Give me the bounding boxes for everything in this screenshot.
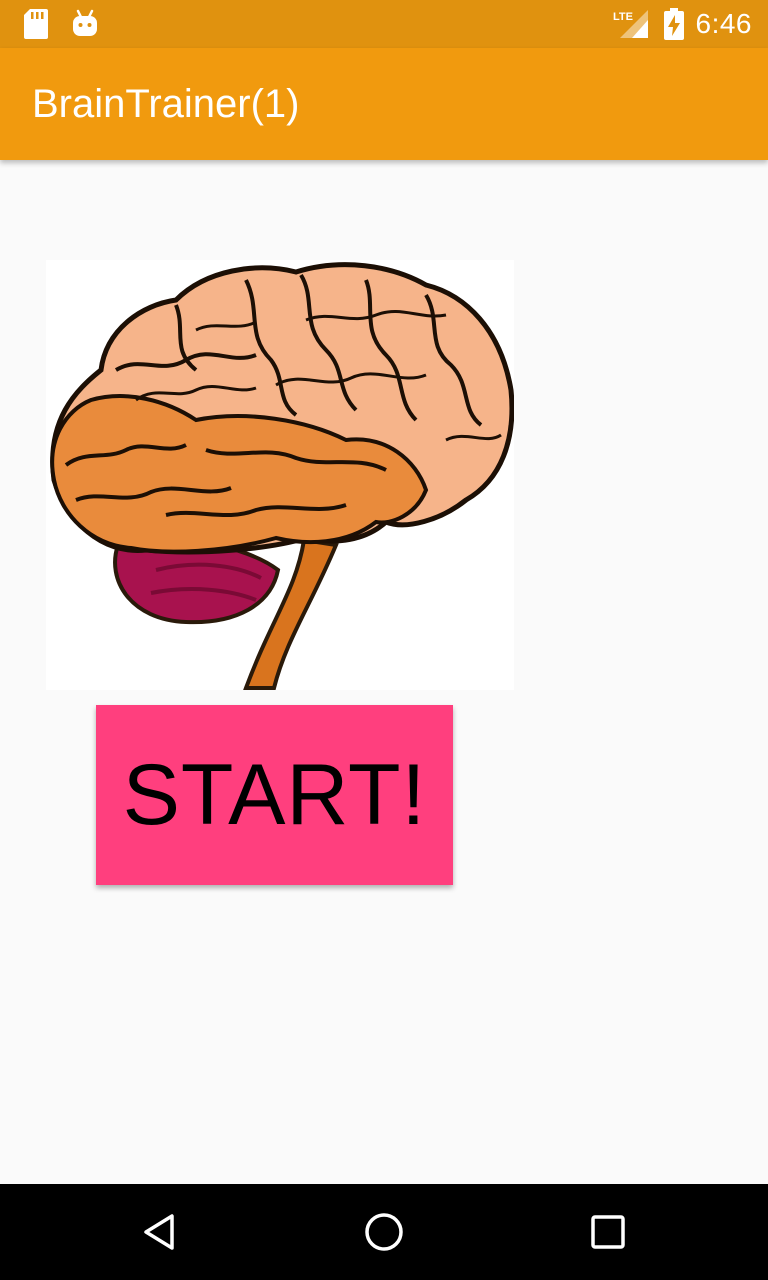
status-time: 6:46 <box>695 8 752 39</box>
system-status: LTE 6:46 <box>612 0 753 48</box>
start-button[interactable]: START! <box>96 705 453 885</box>
app-title: BrainTrainer(1) <box>32 82 300 126</box>
android-icon <box>73 9 97 36</box>
network-type-label: LTE <box>613 11 633 23</box>
sd-card-icon <box>24 9 48 39</box>
battery-charging-icon <box>663 8 684 40</box>
signal-icon: LTE <box>613 10 648 38</box>
home-button[interactable] <box>336 1184 432 1280</box>
status-bar: LTE 6:46 <box>0 0 768 48</box>
app-bar: BrainTrainer(1) <box>0 48 768 160</box>
navigation-bar <box>0 1184 768 1280</box>
back-icon <box>144 1214 174 1250</box>
start-button-label: START! <box>122 746 427 843</box>
recents-icon <box>591 1215 625 1249</box>
recents-button[interactable] <box>560 1184 656 1280</box>
notification-icons <box>24 9 98 39</box>
home-icon <box>365 1213 403 1251</box>
brain-image <box>46 260 515 690</box>
back-button[interactable] <box>112 1184 208 1280</box>
brain-illustration-icon <box>50 262 515 690</box>
